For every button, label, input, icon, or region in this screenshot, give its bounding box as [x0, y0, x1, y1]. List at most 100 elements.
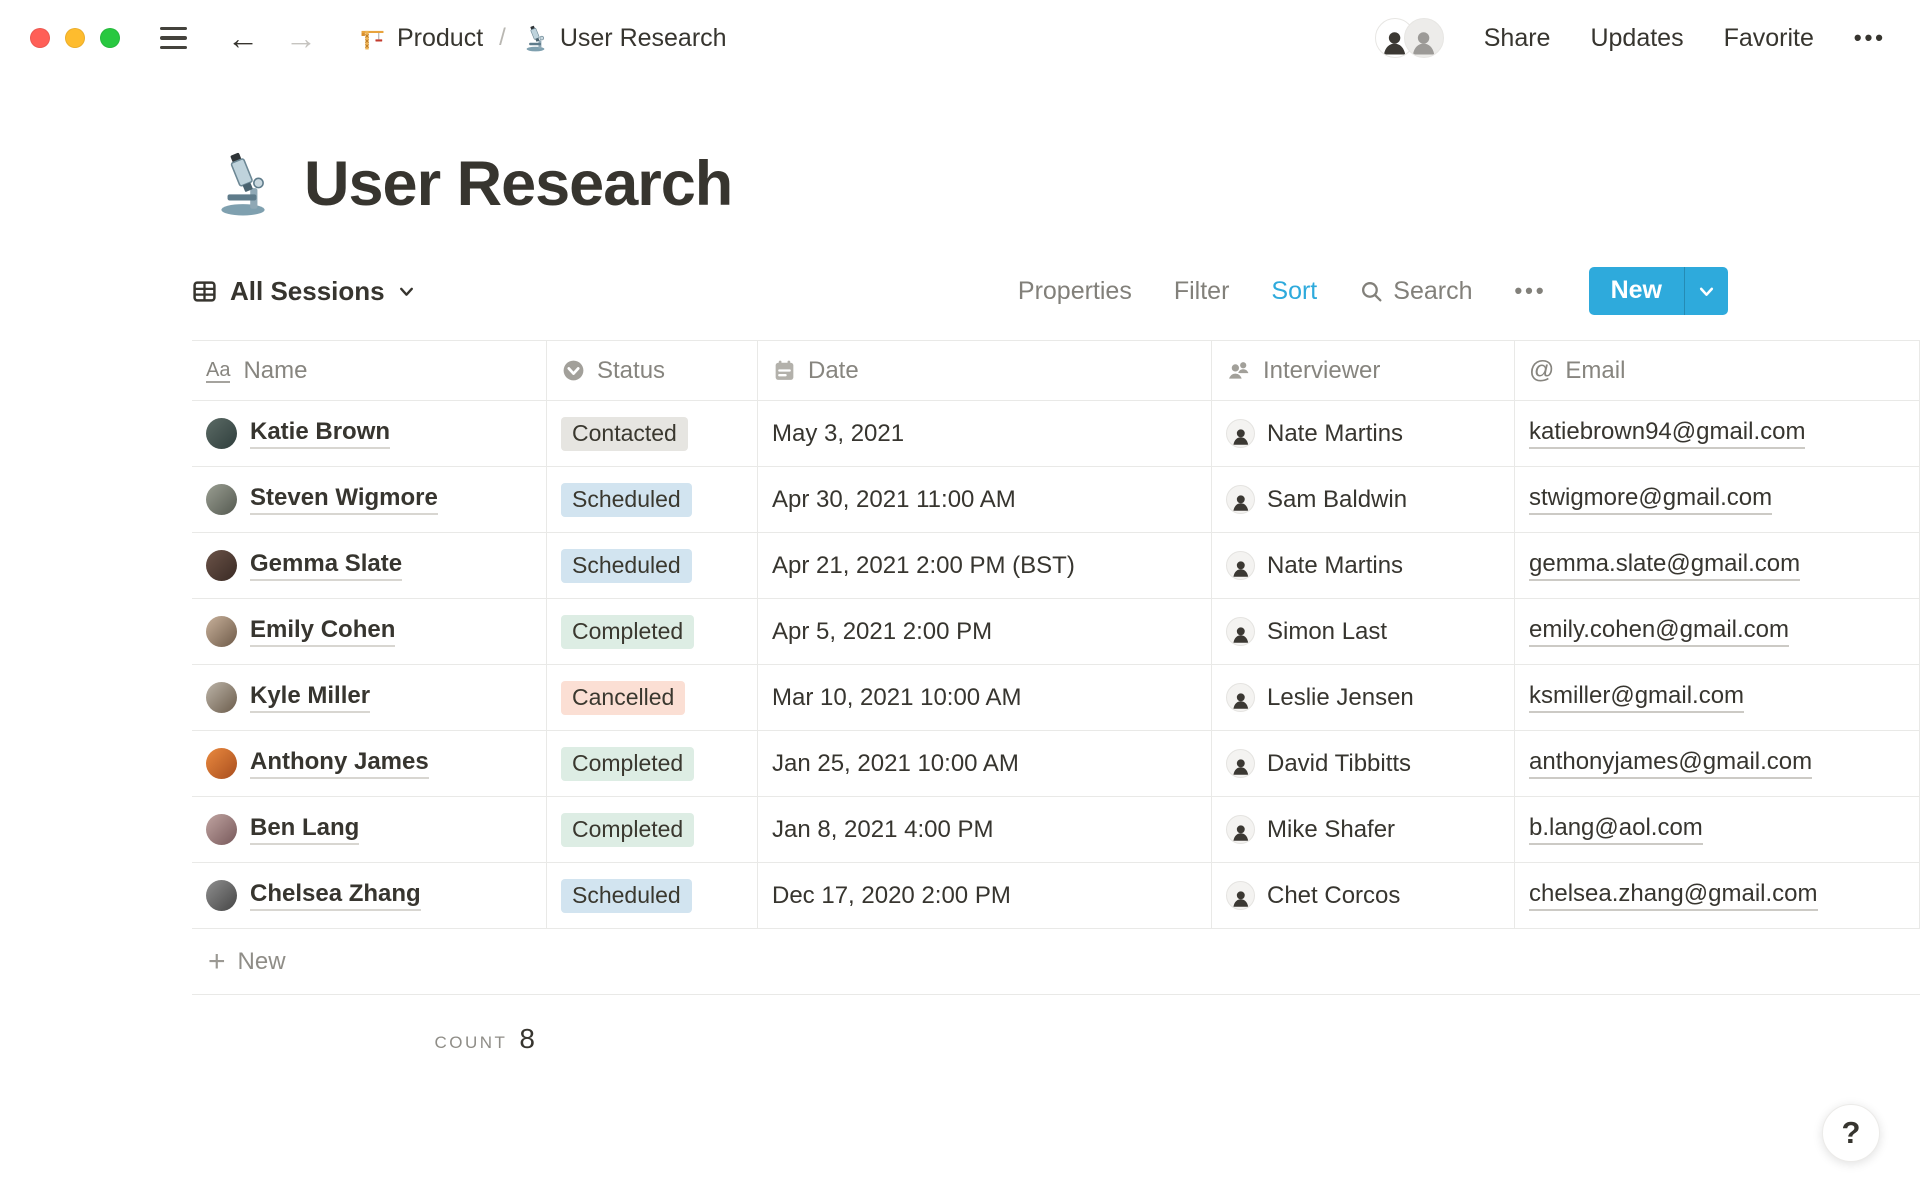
new-button-label[interactable]: New: [1589, 267, 1684, 315]
name-cell[interactable]: Steven Wigmore: [192, 467, 547, 532]
new-button[interactable]: New: [1588, 267, 1728, 315]
interviewer-cell[interactable]: Chet Corcos: [1212, 863, 1515, 928]
search-button[interactable]: Search: [1359, 277, 1472, 306]
name-page-link[interactable]: Katie Brown: [250, 418, 391, 449]
interviewer-cell[interactable]: Simon Last: [1212, 599, 1515, 664]
interviewer-cell[interactable]: Nate Martins: [1212, 533, 1515, 598]
email-link[interactable]: chelsea.zhang@gmail.com: [1529, 880, 1818, 911]
traffic-lights: [30, 28, 120, 48]
table-row[interactable]: Chelsea Zhang Scheduled Dec 17, 2020 2:0…: [192, 863, 1920, 929]
name-cell[interactable]: Kyle Miller: [192, 665, 547, 730]
sort-button[interactable]: Sort: [1271, 277, 1317, 306]
share-button[interactable]: Share: [1484, 24, 1551, 53]
status-cell[interactable]: Scheduled: [547, 533, 758, 598]
date-cell[interactable]: Jan 8, 2021 4:00 PM: [758, 797, 1212, 862]
column-header-status[interactable]: Status: [547, 341, 758, 400]
email-link[interactable]: ksmiller@gmail.com: [1529, 682, 1745, 713]
email-cell[interactable]: katiebrown94@gmail.com: [1515, 401, 1920, 466]
email-link[interactable]: katiebrown94@gmail.com: [1529, 418, 1806, 449]
close-button[interactable]: [30, 28, 50, 48]
email-cell[interactable]: anthonyjames@gmail.com: [1515, 731, 1920, 796]
view-more-options-icon[interactable]: •••: [1514, 278, 1546, 304]
column-header-name[interactable]: Aa Name: [192, 341, 547, 400]
favorite-button[interactable]: Favorite: [1724, 24, 1814, 53]
breadcrumb-item-user-research[interactable]: User Research: [522, 24, 727, 53]
email-cell[interactable]: chelsea.zhang@gmail.com: [1515, 863, 1920, 928]
interviewer-cell[interactable]: Leslie Jensen: [1212, 665, 1515, 730]
status-cell[interactable]: Contacted: [547, 401, 758, 466]
column-header-date[interactable]: Date: [758, 341, 1212, 400]
name-cell[interactable]: Gemma Slate: [192, 533, 547, 598]
name-cell[interactable]: Katie Brown: [192, 401, 547, 466]
email-link[interactable]: stwigmore@gmail.com: [1529, 484, 1773, 515]
email-link[interactable]: gemma.slate@gmail.com: [1529, 550, 1801, 581]
email-cell[interactable]: ksmiller@gmail.com: [1515, 665, 1920, 730]
name-page-link[interactable]: Anthony James: [250, 748, 429, 779]
table-row[interactable]: Anthony James Completed Jan 25, 2021 10:…: [192, 731, 1920, 797]
name-page-link[interactable]: Ben Lang: [250, 814, 360, 845]
table-row[interactable]: Emily Cohen Completed Apr 5, 2021 2:00 P…: [192, 599, 1920, 665]
name-cell[interactable]: Chelsea Zhang: [192, 863, 547, 928]
count-aggregate[interactable]: COUNT 8: [192, 1023, 547, 1055]
table-row[interactable]: Steven Wigmore Scheduled Apr 30, 2021 11…: [192, 467, 1920, 533]
window-titlebar: ← → Product / User Research Share Update…: [0, 0, 1920, 76]
date-cell[interactable]: Apr 21, 2021 2:00 PM (BST): [758, 533, 1212, 598]
date-cell[interactable]: Mar 10, 2021 10:00 AM: [758, 665, 1212, 730]
name-page-link[interactable]: Chelsea Zhang: [250, 880, 421, 911]
table-row[interactable]: Kyle Miller Cancelled Mar 10, 2021 10:00…: [192, 665, 1920, 731]
name-page-link[interactable]: Emily Cohen: [250, 616, 396, 647]
date-cell[interactable]: Apr 5, 2021 2:00 PM: [758, 599, 1212, 664]
date-cell[interactable]: May 3, 2021: [758, 401, 1212, 466]
email-cell[interactable]: stwigmore@gmail.com: [1515, 467, 1920, 532]
interviewer-avatar: [1226, 815, 1255, 844]
minimize-button[interactable]: [65, 28, 85, 48]
table-row[interactable]: Katie Brown Contacted May 3, 2021 Nate M…: [192, 401, 1920, 467]
table-row[interactable]: Gemma Slate Scheduled Apr 21, 2021 2:00 …: [192, 533, 1920, 599]
breadcrumb-item-product[interactable]: Product: [359, 24, 483, 53]
name-page-link[interactable]: Steven Wigmore: [250, 484, 438, 515]
email-cell[interactable]: gemma.slate@gmail.com: [1515, 533, 1920, 598]
forward-arrow-icon[interactable]: →: [285, 22, 317, 54]
more-options-icon[interactable]: •••: [1854, 25, 1886, 51]
status-cell[interactable]: Scheduled: [547, 863, 758, 928]
updates-button[interactable]: Updates: [1590, 24, 1683, 53]
email-cell[interactable]: b.lang@aol.com: [1515, 797, 1920, 862]
person-icon: [1227, 362, 1249, 381]
name-cell[interactable]: Ben Lang: [192, 797, 547, 862]
sidebar-toggle-icon[interactable]: [160, 26, 187, 50]
email-cell[interactable]: emily.cohen@gmail.com: [1515, 599, 1920, 664]
interviewer-cell[interactable]: Sam Baldwin: [1212, 467, 1515, 532]
collaborator-avatars[interactable]: [1374, 18, 1444, 58]
person-avatar: [206, 748, 237, 779]
date-cell[interactable]: Jan 25, 2021 10:00 AM: [758, 731, 1212, 796]
interviewer-cell[interactable]: Nate Martins: [1212, 401, 1515, 466]
name-cell[interactable]: Anthony James: [192, 731, 547, 796]
interviewer-cell[interactable]: Mike Shafer: [1212, 797, 1515, 862]
name-cell[interactable]: Emily Cohen: [192, 599, 547, 664]
status-cell[interactable]: Completed: [547, 797, 758, 862]
status-cell[interactable]: Completed: [547, 731, 758, 796]
new-button-dropdown[interactable]: [1684, 267, 1728, 315]
status-cell[interactable]: Cancelled: [547, 665, 758, 730]
date-cell[interactable]: Dec 17, 2020 2:00 PM: [758, 863, 1212, 928]
filter-button[interactable]: Filter: [1174, 277, 1230, 306]
status-cell[interactable]: Scheduled: [547, 467, 758, 532]
column-header-interviewer[interactable]: Interviewer: [1212, 341, 1515, 400]
status-cell[interactable]: Completed: [547, 599, 758, 664]
new-row-button[interactable]: + New: [192, 929, 1920, 995]
name-page-link[interactable]: Gemma Slate: [250, 550, 403, 581]
interviewer-cell[interactable]: David Tibbitts: [1212, 731, 1515, 796]
email-link[interactable]: emily.cohen@gmail.com: [1529, 616, 1790, 647]
view-switcher[interactable]: All Sessions: [192, 276, 415, 307]
date-cell[interactable]: Apr 30, 2021 11:00 AM: [758, 467, 1212, 532]
email-link[interactable]: anthonyjames@gmail.com: [1529, 748, 1813, 779]
table-row[interactable]: Ben Lang Completed Jan 8, 2021 4:00 PM M…: [192, 797, 1920, 863]
help-button[interactable]: ?: [1822, 1104, 1880, 1162]
name-page-link[interactable]: Kyle Miller: [250, 682, 371, 713]
back-arrow-icon[interactable]: ←: [227, 22, 259, 54]
column-header-email[interactable]: @ Email: [1515, 341, 1920, 400]
email-link[interactable]: b.lang@aol.com: [1529, 814, 1703, 845]
properties-button[interactable]: Properties: [1018, 277, 1132, 306]
interviewer-name: David Tibbitts: [1267, 749, 1412, 777]
zoom-button[interactable]: [100, 28, 120, 48]
